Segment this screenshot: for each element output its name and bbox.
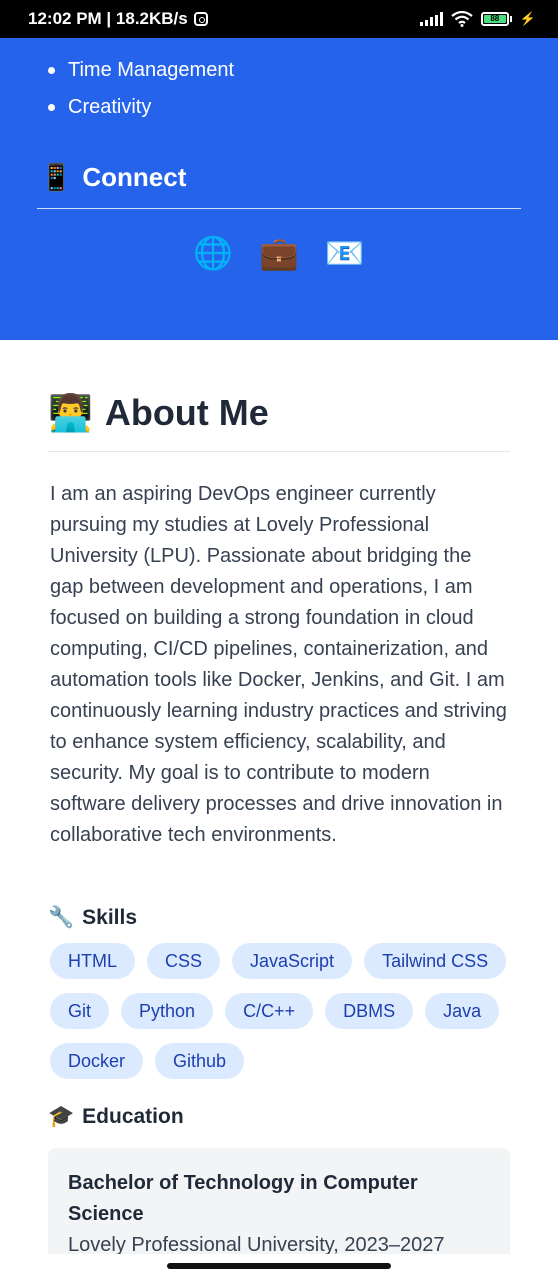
education-title: Education	[82, 1105, 184, 1128]
about-title: About Me	[104, 392, 269, 433]
education-heading: 🎓 Education	[48, 1105, 184, 1129]
website-icon[interactable]: 🌐	[193, 234, 233, 272]
skill-tag: Tailwind CSS	[364, 943, 507, 979]
skill-tag: Python	[121, 993, 214, 1029]
status-time-speed: 12:02 PM | 18.2KB/s	[28, 9, 188, 28]
education-card: Bachelor of Technology in Computer Scien…	[48, 1148, 510, 1268]
skill-tag: CSS	[147, 943, 221, 979]
graduation-cap-icon: 🎓	[48, 1105, 75, 1128]
status-bar: 12:02 PM | 18.2KB/s 88 ⚡	[0, 0, 558, 38]
wifi-icon	[451, 11, 473, 27]
email-icon[interactable]: 📧	[325, 234, 365, 272]
skill-tag: Github	[155, 1043, 245, 1079]
signal-icon	[419, 12, 443, 26]
skill-tag: JavaScript	[232, 943, 353, 979]
divider	[48, 451, 510, 452]
connect-heading: 📱 Connect	[40, 162, 186, 193]
status-right: 88 ⚡	[419, 11, 536, 27]
battery-icon: 88	[480, 12, 512, 26]
phone-icon: 📱	[40, 162, 73, 192]
about-heading: 👨‍💻 About Me	[48, 392, 269, 434]
home-indicator[interactable]	[167, 1263, 391, 1269]
instagram-icon	[193, 12, 208, 26]
skill-tag: HTML	[50, 943, 135, 979]
list-item: Time Management	[48, 52, 234, 89]
education-degree: Bachelor of Technology in Computer Scien…	[68, 1172, 418, 1225]
skill-tag: C/C++	[225, 993, 314, 1029]
wrench-icon: 🔧	[48, 906, 75, 929]
briefcase-icon[interactable]: 💼	[259, 234, 299, 272]
divider	[37, 208, 521, 209]
skills-list: HTML CSS JavaScript Tailwind CSS Git Pyt…	[50, 943, 510, 1079]
header-panel: Time Management Creativity 📱 Connect 🌐 💼…	[0, 38, 558, 340]
about-text: I am an aspiring DevOps engineer current…	[50, 483, 507, 846]
skills-heading: 🔧 Skills	[48, 906, 137, 930]
connect-title: Connect	[82, 162, 187, 192]
status-left: 12:02 PM | 18.2KB/s	[28, 9, 208, 29]
skill-tag: Java	[425, 993, 500, 1029]
skills-title: Skills	[82, 906, 138, 929]
technologist-icon: 👨‍💻	[48, 392, 93, 433]
skill-tag: Git	[50, 993, 110, 1029]
charging-icon: ⚡	[519, 11, 536, 26]
connect-links: 🌐 💼 📧	[0, 234, 558, 272]
skill-tag: Docker	[50, 1043, 144, 1079]
battery-level: 88	[483, 15, 506, 23]
list-item: Creativity	[48, 89, 234, 126]
skill-tag: DBMS	[325, 993, 414, 1029]
hobby-list: Time Management Creativity	[48, 52, 234, 126]
